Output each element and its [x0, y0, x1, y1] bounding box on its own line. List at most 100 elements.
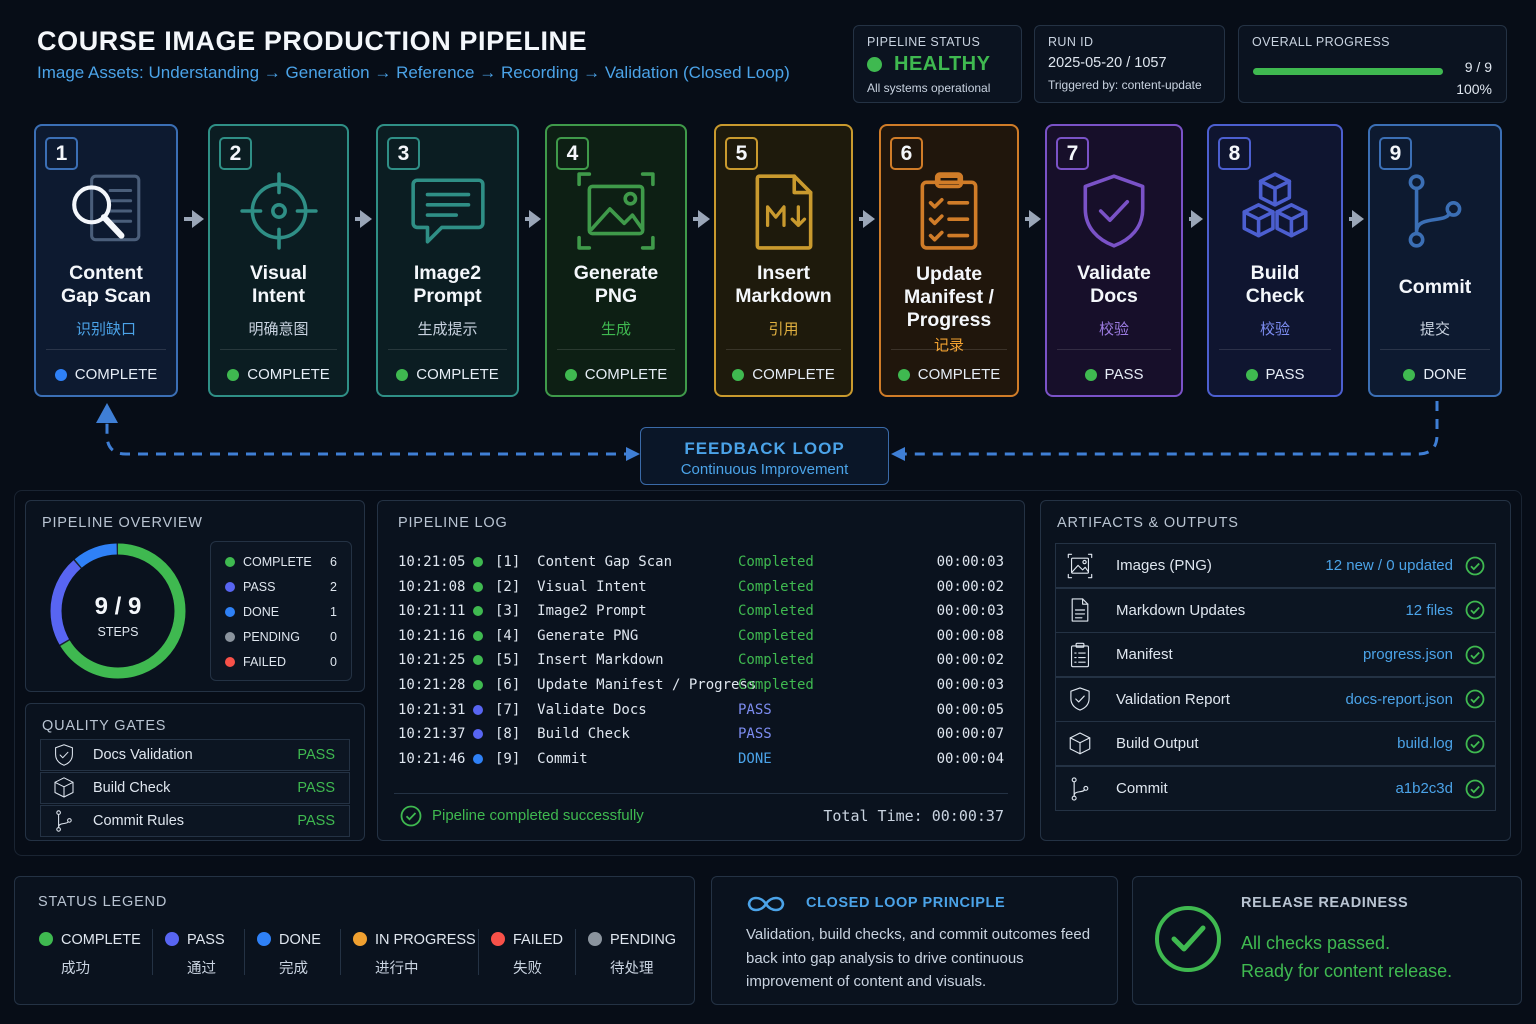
status-dot — [473, 753, 483, 764]
log-time: 10:21:08 — [398, 578, 466, 595]
count-value: 1 — [330, 605, 337, 619]
legend-divider — [478, 929, 479, 975]
legend-label-cn: 完成 — [279, 961, 308, 977]
artifact-value[interactable]: 12 new / 0 updated — [1325, 557, 1453, 574]
artifacts-panel: ARTIFACTS & OUTPUTS Images (PNG) 12 new /… — [1040, 500, 1511, 841]
feedback-loop-title: FEEDBACK LOOP — [684, 439, 845, 458]
check-circle-icon — [1465, 600, 1485, 620]
step-title-cn: 校验 — [1259, 321, 1290, 338]
check-circle-icon — [1155, 906, 1221, 972]
pipeline-log-panel: PIPELINE LOG 10:21:05 [1] Content Gap Sca… — [377, 500, 1025, 841]
artifact-label: Commit — [1116, 780, 1168, 797]
step-card-8[interactable]: 8 Build Check 校验 PASS — [1207, 124, 1343, 397]
artifact-row[interactable]: Images (PNG) 12 new / 0 updated — [1055, 543, 1496, 588]
step-status-label: COMPLETE — [74, 366, 158, 383]
check-circle-icon — [400, 805, 422, 827]
step-divider — [1219, 349, 1331, 350]
shield-check-icon — [1066, 685, 1094, 713]
legend-title: STATUS LEGEND — [38, 894, 168, 910]
log-time: 10:21:28 — [398, 677, 466, 693]
log-duration: 00:00:03 — [936, 677, 1004, 693]
gate-label: Docs Validation — [93, 747, 193, 763]
clipboard-checklist-icon — [881, 166, 1017, 256]
step-card-6[interactable]: 6 Update Manifest / Progress 记录 COMPLETE — [879, 124, 1019, 397]
status-counts: COMPLETE 6 PASS 2 DONE 1 PENDING 0 FAILED 0 — [210, 541, 352, 681]
log-time: 10:21:37 — [398, 726, 466, 743]
artifact-value[interactable]: a1b2c3d — [1395, 780, 1453, 797]
step-card-7[interactable]: 7 Validate Docs 校验 PASS — [1045, 124, 1183, 397]
log-row: 10:21:16 [4] Generate PNG Completed 00:00:0… — [398, 626, 1004, 646]
overall-progress-card: OVERALL PROGRESS 9 / 9 100% — [1238, 25, 1507, 103]
log-duration: 00:00:08 — [936, 627, 1004, 644]
log-step: [7] Validate Docs — [495, 701, 647, 718]
legend-label-cn: 待处理 — [610, 961, 654, 977]
step-status: COMPLETE — [881, 366, 1017, 383]
step-card-3[interactable]: 3 Image2 Prompt 生成提示 COMPLETE — [376, 124, 519, 397]
donut-label: STEPS — [97, 625, 139, 639]
log-time: 10:21:25 — [398, 652, 466, 669]
status-dot — [165, 932, 179, 946]
log-status: DONE — [738, 750, 772, 767]
pipeline-overview-panel: PIPELINE OVERVIEW 9 / 9 STEPS COMPLETE 6 P… — [25, 500, 365, 692]
step-status-label: COMPLETE — [917, 366, 1001, 383]
artifact-row[interactable]: Markdown Updates 12 files — [1055, 587, 1496, 633]
step-divider — [726, 349, 841, 350]
flow-arrow-icon — [693, 210, 710, 228]
artifact-value[interactable]: build.log — [1397, 735, 1453, 752]
log-time: 10:21:31 — [398, 701, 466, 718]
step-title: Visual Intent — [249, 262, 308, 307]
log-status: Completed — [738, 603, 814, 620]
artifact-value[interactable]: docs-report.json — [1345, 691, 1453, 708]
step-title-cn: 校验 — [1098, 321, 1129, 338]
log-step: [3] Image2 Prompt — [495, 603, 647, 620]
artifact-label: Images (PNG) — [1116, 557, 1212, 574]
status-dot — [257, 932, 271, 946]
markdown-file-icon — [716, 166, 851, 256]
step-card-4[interactable]: 4 Generate PNG 生成 COMPLETE — [545, 124, 687, 397]
step-title-cn: 识别缺口 — [75, 321, 136, 338]
artifact-value[interactable]: 12 files — [1405, 602, 1453, 619]
step-card-5[interactable]: 5 Insert Markdown 引用 COMPLETE — [714, 124, 853, 397]
log-time: 10:21:05 — [398, 554, 466, 570]
flow-arrow-icon — [525, 210, 541, 228]
pipeline-status-label: PIPELINE STATUS — [867, 35, 981, 49]
flow-arrow-icon — [184, 210, 204, 228]
step-title: Image2 Prompt — [413, 262, 482, 307]
git-branch-icon — [51, 808, 77, 834]
overview-title: PIPELINE OVERVIEW — [42, 515, 203, 531]
step-card-2[interactable]: 2 Visual Intent 明确意图 COMPLETE — [208, 124, 349, 397]
cube-icon — [1066, 730, 1094, 758]
count-row-pending: PENDING 0 — [225, 627, 337, 647]
status-dot — [867, 57, 882, 72]
count-row-failed: FAILED 0 — [225, 652, 337, 672]
step-card-9[interactable]: 9 Commit 提交 DONE — [1368, 124, 1502, 397]
log-row: 10:21:46 [9] Commit DONE 00:00:04 — [398, 749, 1004, 769]
artifact-label: Manifest — [1116, 646, 1173, 664]
log-step: [1] Content Gap Scan — [495, 554, 673, 570]
log-duration: 00:00:02 — [936, 652, 1004, 669]
log-status: Completed — [738, 652, 814, 669]
step-status-label: COMPLETE — [584, 366, 668, 383]
step-card-1[interactable]: 1 Content Gap Scan 识别缺口 COMPLETE — [34, 124, 178, 397]
step-status: COMPLETE — [547, 366, 685, 383]
log-duration: 00:00:02 — [936, 578, 1004, 595]
log-row: 10:21:37 [8] Build Check PASS 00:00:07 — [398, 724, 1004, 744]
log-row: 10:21:08 [2] Visual Intent Completed 00:00:… — [398, 577, 1004, 597]
status-dot — [473, 655, 483, 666]
artifact-row[interactable]: Manifest progress.json — [1055, 632, 1496, 678]
legend-label: DONE — [279, 932, 321, 948]
artifact-value[interactable]: progress.json — [1363, 646, 1453, 663]
image-icon — [1066, 552, 1094, 580]
pipeline-status-card: PIPELINE STATUS HEALTHY All systems oper… — [853, 25, 1022, 103]
legend-label-cn: 成功 — [61, 961, 90, 977]
artifact-row[interactable]: Commit a1b2c3d — [1055, 766, 1496, 811]
count-row-pass: PASS 2 — [225, 577, 337, 597]
legend-label-cn: 通过 — [187, 961, 216, 977]
gate-status: PASS — [297, 747, 335, 763]
log-duration: 00:00:03 — [936, 603, 1004, 620]
check-circle-icon — [1465, 689, 1485, 709]
step-divider — [46, 349, 166, 350]
artifact-row[interactable]: Build Output build.log — [1055, 721, 1496, 767]
artifact-row[interactable]: Validation Report docs-report.json — [1055, 676, 1496, 722]
count-label: PENDING — [243, 630, 300, 644]
